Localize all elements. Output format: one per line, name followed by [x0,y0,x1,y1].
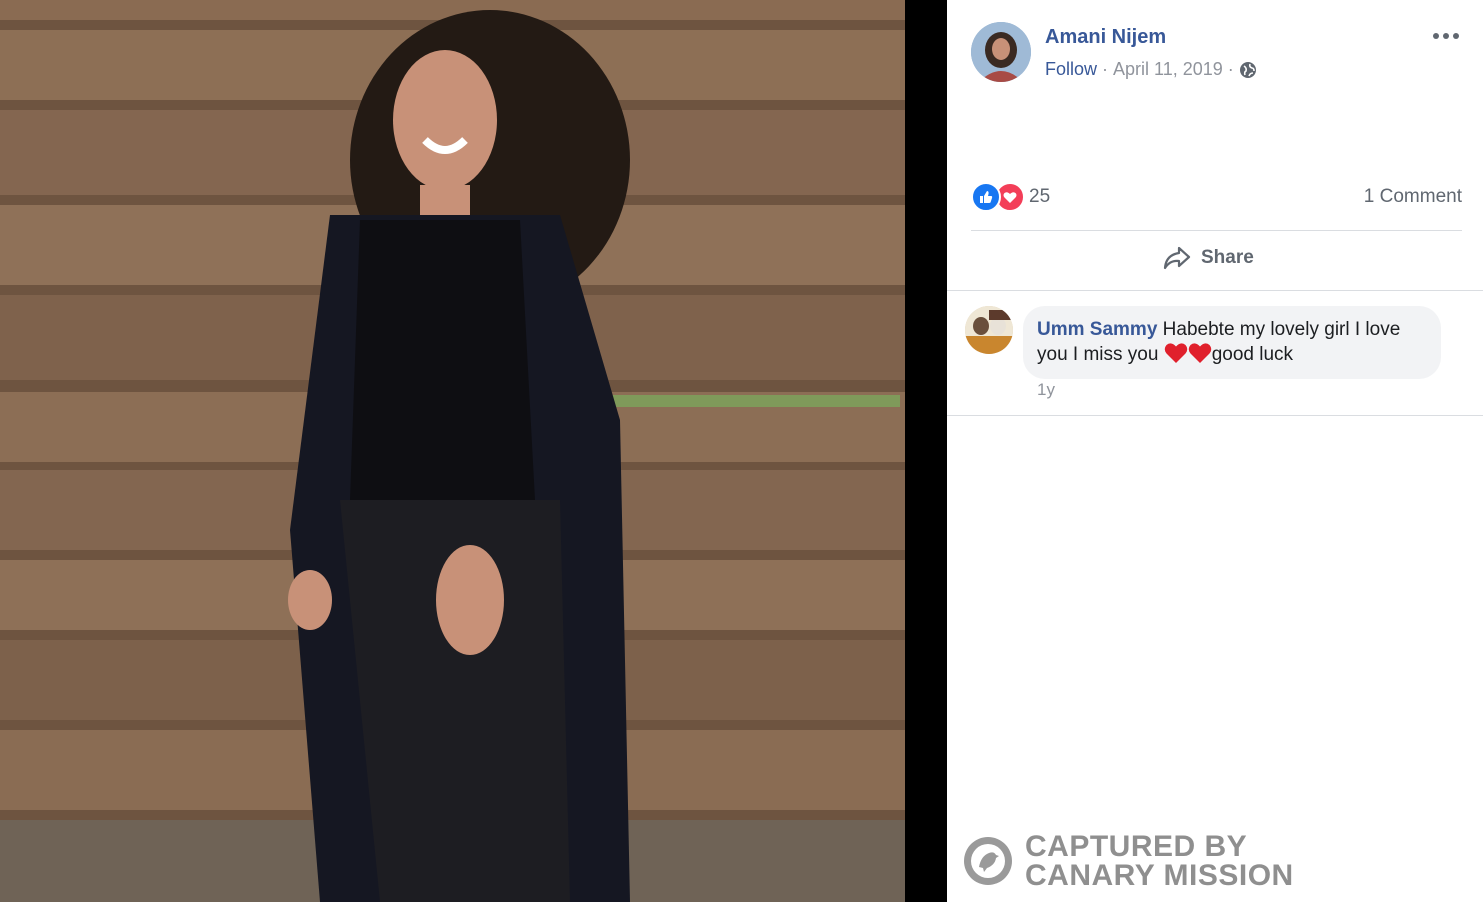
comment-author-link[interactable]: Umm Sammy [1037,319,1157,340]
globe-icon[interactable] [1239,61,1257,79]
watermark-line-1: CAPTURED BY [1025,830,1248,863]
canary-logo-icon [964,837,1012,885]
author-name-link[interactable]: Amani Nijem [1045,26,1166,49]
actions-divider [947,290,1483,291]
like-icon [971,182,1001,212]
reaction-count: 25 [1029,186,1051,207]
photo-divider-strip [905,0,947,902]
watermark-line-2: CANARY MISSION [1025,859,1294,892]
comment-count-link[interactable]: 1 Comment [1364,186,1462,208]
share-button[interactable]: Share [1163,246,1254,270]
share-label: Share [1201,247,1254,268]
commenter-avatar[interactable] [965,306,1013,354]
post-date[interactable]: April 11, 2019 [1113,59,1223,80]
red-heart-emoji-icon [1164,342,1188,364]
follow-link[interactable]: Follow [1045,59,1097,80]
stats-divider [971,230,1462,231]
post-meta-line: Follow · April 11, 2019 · [1045,59,1257,80]
comment-timestamp[interactable]: 1y [1037,380,1055,400]
post-photo[interactable] [0,0,905,902]
avatar-image [971,22,1031,82]
reactions-summary[interactable]: 25 [971,182,1050,212]
red-heart-emoji-icon-2 [1188,342,1212,364]
meta-separator: · [1102,59,1109,79]
watermark: CAPTURED BY CANARY MISSION [963,830,1294,892]
comment-text-part2: good luck [1211,344,1294,365]
comments-divider [947,415,1483,416]
photo-illustration [0,0,905,902]
post-details-panel: Amani Nijem Follow · April 11, 2019 · 25 [947,0,1483,902]
comment-bubble: Umm Sammy Habebte my lovely girl I love … [1023,306,1441,379]
more-options-icon[interactable] [1433,26,1459,46]
watermark-text: CAPTURED BY CANARY MISSION [1025,830,1294,892]
meta-separator-2: · [1227,59,1234,79]
author-avatar[interactable] [971,22,1031,82]
commenter-avatar-image [965,306,1013,354]
share-arrow-icon [1163,246,1191,270]
